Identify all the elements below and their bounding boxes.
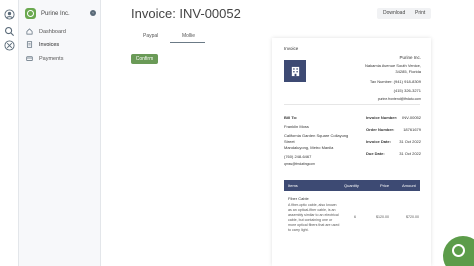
item-description-line: as an optical-fiber cable, is an bbox=[288, 208, 336, 212]
invoices-icon bbox=[26, 41, 33, 48]
building-icon bbox=[284, 60, 306, 82]
main-content: Invoice: INV-00052 Download Print Paypal… bbox=[101, 0, 474, 266]
sidebar-item-dashboard[interactable]: Dashboard bbox=[19, 25, 101, 38]
icon-rail bbox=[0, 0, 19, 266]
download-button[interactable]: Download bbox=[377, 8, 412, 19]
tab-paypal[interactable]: Paypal bbox=[143, 33, 158, 39]
payment-tabs: Paypal Mollie bbox=[127, 33, 205, 43]
due-date-label: Due Date: bbox=[366, 151, 385, 156]
sidebar-item-label: Invoices bbox=[39, 41, 60, 48]
items-table-header: Items Quantity Price Amount bbox=[284, 180, 420, 191]
invoice-date-label: Invoice Date: bbox=[366, 139, 391, 144]
sidebar-item-invoices[interactable]: Invoices bbox=[19, 38, 101, 51]
item-description-line: more optical fibers that are used bbox=[288, 223, 340, 227]
item-quantity: 6 bbox=[354, 215, 356, 219]
company-tax-number: Tax Number: (941) 918-8309 bbox=[369, 79, 421, 84]
bill-to-address-line2: Street bbox=[284, 139, 295, 144]
sidebar-item-label: Dashboard bbox=[39, 28, 66, 35]
bill-to-address-line3: Mandaluyong, Metro Manila bbox=[284, 145, 334, 150]
bill-to-email: qmss@fmdatingcom bbox=[284, 162, 315, 166]
item-description-line: cable, but containing one or bbox=[288, 218, 333, 222]
invoice-number-value: INV-00052 bbox=[402, 115, 421, 120]
dashboard-icon bbox=[26, 28, 33, 35]
invoice-preview: Invoice Purine Inc. Nakamia Avenue South… bbox=[272, 38, 431, 266]
search-icon[interactable] bbox=[4, 26, 15, 37]
settings-icon[interactable] bbox=[4, 40, 15, 51]
bill-to-phone: (760) 248-6467 bbox=[284, 154, 312, 159]
sidebar-item-label: Payments bbox=[39, 55, 64, 62]
order-number-value: 18761679 bbox=[403, 127, 421, 132]
company-phone: (415) 326-3271 bbox=[393, 88, 421, 93]
due-date-value: 31 Oct 2022 bbox=[399, 151, 421, 156]
order-number-label: Order Number: bbox=[366, 127, 395, 132]
bill-to-address-line1: California Garden Square Collayung bbox=[284, 133, 349, 138]
tab-mollie[interactable]: Mollie bbox=[182, 33, 195, 39]
column-amount: Amount bbox=[402, 183, 416, 188]
active-tab-indicator bbox=[170, 42, 205, 43]
user-icon[interactable] bbox=[4, 9, 15, 20]
invoice-number-label: Invoice Number: bbox=[366, 115, 398, 120]
bill-to-name: Franklin Moss bbox=[284, 124, 309, 129]
item-name: Fiber Cable bbox=[288, 196, 309, 201]
company-address-line2: 34285, Florida bbox=[395, 69, 421, 74]
print-button[interactable]: Print bbox=[409, 8, 432, 19]
sidebar: Purine Inc. ‹ Dashboard Invoices Payment… bbox=[19, 0, 101, 266]
item-price: $120.00 bbox=[376, 215, 389, 219]
page-title: Invoice: INV-00052 bbox=[131, 6, 241, 21]
logo-icon bbox=[25, 8, 36, 19]
item-description-line: to carry light. bbox=[288, 228, 309, 232]
divider bbox=[284, 104, 420, 105]
column-price: Price bbox=[380, 183, 390, 188]
column-quantity: Quantity bbox=[344, 183, 359, 188]
payments-icon bbox=[26, 56, 33, 61]
column-items: Items bbox=[288, 183, 298, 188]
bill-to-label: Bill To: bbox=[284, 115, 298, 120]
collapse-sidebar-icon[interactable]: ‹ bbox=[90, 10, 96, 16]
confirm-button[interactable]: Confirm bbox=[131, 54, 158, 64]
company-email: purine.frontend@tfrdatu.com bbox=[377, 97, 421, 101]
item-description-line: assembly similar to an electrical bbox=[288, 213, 339, 217]
invoice-date-value: 31 Oct 2022 bbox=[399, 139, 421, 144]
item-amount: $720.00 bbox=[406, 215, 419, 219]
brand[interactable]: Purine Inc. bbox=[25, 8, 70, 19]
brand-name: Purine Inc. bbox=[41, 10, 70, 17]
item-description-line: A fiber-optic cable, also known bbox=[288, 203, 337, 207]
company-address-line1: Nakamia Avenue South Venice, bbox=[365, 63, 421, 68]
invoice-heading: Invoice bbox=[284, 46, 299, 51]
sidebar-item-payments[interactable]: Payments bbox=[19, 52, 101, 65]
company-name: Purine Inc. bbox=[399, 55, 421, 60]
